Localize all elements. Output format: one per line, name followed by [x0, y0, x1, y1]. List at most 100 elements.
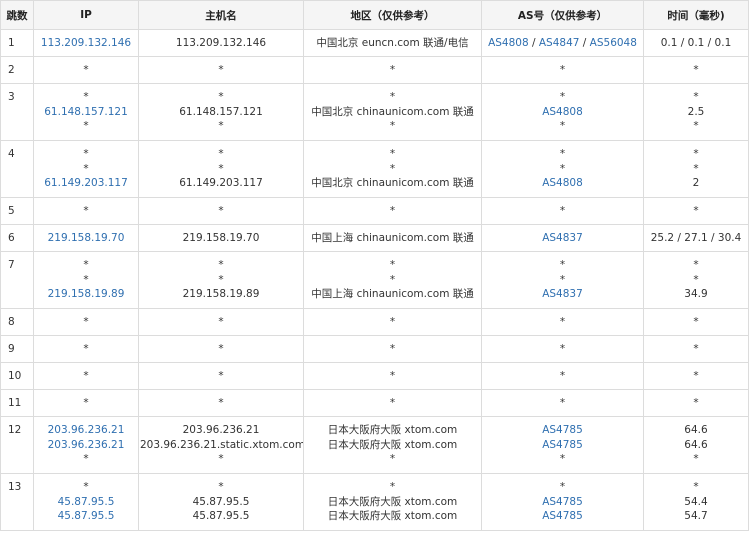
as-line: *	[483, 147, 642, 162]
ip-link[interactable]: 219.158.19.70	[35, 231, 137, 246]
time-value: *	[693, 162, 699, 175]
as-link[interactable]: AS4785	[542, 424, 583, 436]
hostname-value: *	[218, 204, 224, 217]
as-line: AS4785	[483, 423, 642, 438]
as-empty: *	[559, 481, 566, 494]
hostname-cell: *	[138, 308, 304, 336]
hostname-cell: 113.209.132.146	[138, 29, 304, 57]
region-cell: * 中国北京 chinaunicom.com 联通 *	[303, 83, 482, 141]
ip-cell: 203.96.236.21 203.96.236.21 *	[33, 416, 139, 474]
time-value: *	[693, 91, 699, 104]
ip-cell: *	[33, 308, 139, 336]
ip-link[interactable]: 203.96.236.21	[35, 423, 137, 438]
as-link[interactable]: AS56048	[590, 37, 637, 49]
hostname-value: *	[218, 315, 224, 328]
ip-cell: *	[33, 362, 139, 390]
as-link[interactable]: AS4808	[542, 106, 583, 118]
hop-number: 12	[0, 416, 34, 474]
ip-cell: *	[33, 56, 139, 84]
as-link[interactable]: AS4785	[542, 510, 583, 522]
as-line: *	[483, 63, 642, 78]
table-row: 1 113.209.132.146 113.209.132.146 中国北京 eunc…	[0, 29, 749, 57]
region-value: *	[389, 453, 396, 466]
region-value: 中国上海 chinaunicom.com 联通	[311, 231, 474, 244]
region-cell: *	[303, 389, 482, 417]
region-cell: * * 中国北京 chinaunicom.com 联通	[303, 140, 482, 198]
ip-link[interactable]: 45.87.95.5	[35, 495, 137, 510]
ip-link[interactable]: 203.96.236.21	[35, 438, 137, 453]
ip-cell: * 61.148.157.121 *	[33, 83, 139, 141]
as-separator: /	[579, 36, 590, 49]
as-line: *	[483, 452, 642, 467]
as-line: *	[483, 90, 642, 105]
time-value: *	[693, 259, 699, 272]
as-line: *	[483, 162, 642, 177]
hostname-value: *	[218, 120, 224, 133]
ip-link[interactable]: 219.158.19.89	[35, 287, 137, 302]
hostname-value: *	[218, 63, 224, 76]
as-link[interactable]: AS4847	[539, 37, 580, 49]
ip-cell: 113.209.132.146	[33, 29, 139, 57]
table-row: 5 * * * * *	[0, 197, 749, 225]
as-line: *	[483, 273, 642, 288]
ip-link[interactable]: 45.87.95.5	[35, 509, 137, 524]
as-empty: *	[559, 273, 566, 286]
table-row: 3 * 61.148.157.121 * * 61.148.157.121 * * 中国北京 c…	[0, 83, 749, 141]
as-cell: * AS4785 AS4785	[481, 473, 644, 531]
ip-cell: * * 219.158.19.89	[33, 251, 139, 309]
table-row: 11 * * * * *	[0, 389, 749, 417]
hostname-value: *	[218, 273, 224, 286]
as-link[interactable]: AS4837	[542, 232, 583, 244]
region-value: *	[389, 369, 396, 382]
as-line: *	[483, 204, 642, 219]
as-link[interactable]: AS4785	[542, 439, 583, 451]
hostname-value: 61.148.157.121	[179, 105, 263, 118]
as-line: *	[483, 480, 642, 495]
region-value: *	[389, 342, 396, 355]
as-cell: AS4837	[481, 224, 644, 252]
header-as: AS号（仅供参考）	[481, 0, 644, 30]
table-row: 10 * * * * *	[0, 362, 749, 390]
as-link[interactable]: AS4837	[542, 288, 583, 300]
ip-cell: *	[33, 389, 139, 417]
traceroute-table: 跳数 IP 主机名 地区（仅供参考） AS号（仅供参考） 时间（毫秒) 1 113…	[0, 0, 749, 531]
as-empty: *	[559, 453, 566, 466]
as-empty: *	[559, 259, 566, 272]
hostname-cell: *	[138, 389, 304, 417]
region-value: 日本大阪府大阪 xtom.com	[327, 438, 458, 451]
region-cell: * 日本大阪府大阪 xtom.com 日本大阪府大阪 xtom.com	[303, 473, 482, 531]
header-hostname: 主机名	[138, 0, 304, 30]
as-link[interactable]: AS4808	[488, 37, 529, 49]
as-empty: *	[559, 148, 566, 161]
time-value: *	[693, 315, 699, 328]
as-line: *	[483, 315, 642, 330]
as-line: AS4808 / AS4847 / AS56048	[483, 36, 642, 51]
region-cell: *	[303, 335, 482, 363]
ip-link[interactable]: 113.209.132.146	[35, 36, 137, 51]
ip-link[interactable]: 61.148.157.121	[35, 105, 137, 120]
ip-value: *	[83, 342, 89, 355]
ip-value: *	[83, 63, 89, 76]
hop-number: 3	[0, 83, 34, 141]
region-cell: 中国上海 chinaunicom.com 联通	[303, 224, 482, 252]
as-link[interactable]: AS4785	[542, 496, 583, 508]
ip-cell: *	[33, 335, 139, 363]
header-time: 时间（毫秒)	[643, 0, 749, 30]
ip-value: *	[83, 453, 89, 466]
as-line: *	[483, 342, 642, 357]
hostname-cell: * 45.87.95.5 45.87.95.5	[138, 473, 304, 531]
as-link[interactable]: AS4808	[542, 177, 583, 189]
ip-link[interactable]: 61.149.203.117	[35, 176, 137, 191]
hostname-cell: 219.158.19.70	[138, 224, 304, 252]
as-line: *	[483, 369, 642, 384]
hostname-cell: * 61.148.157.121 *	[138, 83, 304, 141]
region-value: 中国北京 euncn.com 联通/电信	[316, 36, 469, 49]
time-value: 64.6	[684, 424, 708, 437]
hop-number: 2	[0, 56, 34, 84]
hostname-value: 113.209.132.146	[175, 36, 267, 49]
hop-number: 8	[0, 308, 34, 336]
region-value: 日本大阪府大阪 xtom.com	[327, 424, 458, 437]
time-value: *	[693, 273, 699, 286]
as-line: AS4837	[483, 231, 642, 246]
region-value: 日本大阪府大阪 xtom.com	[327, 495, 458, 508]
